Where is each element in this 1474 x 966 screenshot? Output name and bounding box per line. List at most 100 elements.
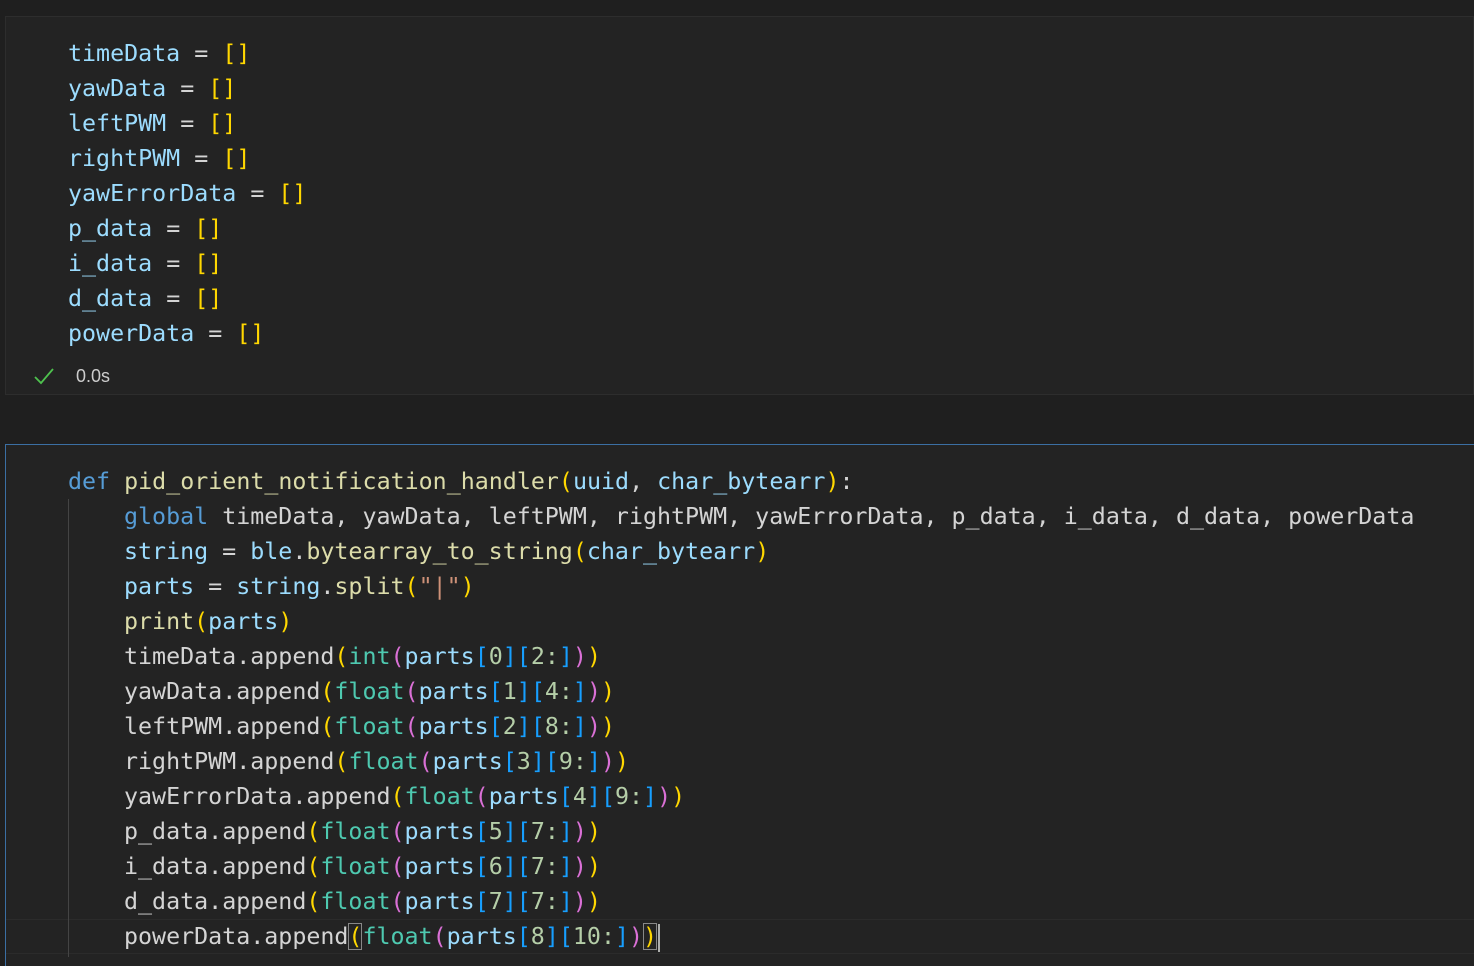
cell-execution-status: 0.0s <box>32 363 110 389</box>
code-line-append-p_data[interactable]: p_data.append(float(parts[5][7:])) <box>124 814 601 849</box>
code-line-p_data[interactable]: p_data = [] <box>68 211 222 246</box>
bracket-open: [ <box>530 678 545 705</box>
obj-ble: ble <box>250 538 293 565</box>
dot: . <box>292 538 307 565</box>
empty-list: [] <box>278 180 307 207</box>
code-line-append-i_data[interactable]: i_data.append(float(parts[6][7:])) <box>124 849 601 884</box>
code-line-i_data[interactable]: i_data = [] <box>68 246 222 281</box>
paren-close: ) <box>671 783 686 810</box>
method-bytearray-to-string: bytearray_to_string <box>306 538 573 565</box>
paren-close: ) <box>572 853 587 880</box>
bracket-open: [ <box>516 853 531 880</box>
var-parts: parts <box>432 748 503 775</box>
append-target: yawData <box>124 678 223 705</box>
code-cell-notification-handler[interactable]: def pid_orient_notification_handler(uuid… <box>5 444 1474 966</box>
bracket-close: ] <box>572 678 587 705</box>
paren-open: ( <box>572 538 587 565</box>
var-parts: parts <box>404 853 475 880</box>
method-append: append <box>236 678 321 705</box>
method-split: split <box>334 573 405 600</box>
paren-close: ) <box>825 468 840 495</box>
bracket-close: ] <box>614 923 629 950</box>
assign-op: = <box>208 538 251 565</box>
method-append: append <box>222 818 307 845</box>
index-number: 4 <box>572 783 587 810</box>
code-line-print[interactable]: print(parts) <box>124 604 292 639</box>
method-append: append <box>222 888 307 915</box>
check-icon <box>32 364 56 388</box>
paren-open: ( <box>390 853 405 880</box>
code-line-append-rightPWM[interactable]: rightPWM.append(float(parts[3][9:])) <box>124 744 629 779</box>
code-line-global[interactable]: global timeData, yawData, leftPWM, right… <box>124 499 1414 534</box>
append-target: i_data <box>124 853 209 880</box>
code-line-string[interactable]: string = ble.bytearray_to_string(char_by… <box>124 534 769 569</box>
code-line-def[interactable]: def pid_orient_notification_handler(uuid… <box>68 464 854 499</box>
slice-expr: 8: <box>544 713 573 740</box>
slice-expr: 9: <box>614 783 644 810</box>
assign-op: = <box>194 145 209 172</box>
colon: : <box>839 468 854 495</box>
code-line-append-leftPWM[interactable]: leftPWM.append(float(parts[2][8:])) <box>124 709 615 744</box>
keyword-global: global <box>124 503 209 530</box>
paren-open: ( <box>306 853 321 880</box>
bracket-open: [ <box>488 678 503 705</box>
param-uuid: uuid <box>572 468 630 495</box>
conversion-fn: float <box>320 888 391 915</box>
code-line-d_data[interactable]: d_data = [] <box>68 281 222 316</box>
code-cell-variables[interactable]: timeData = [] yawData = [] leftPWM = [] rig… <box>5 16 1474 395</box>
dot: . <box>250 923 265 950</box>
paren-close: ) <box>643 923 658 950</box>
paren-close: ) <box>572 818 587 845</box>
paren-close: ) <box>586 818 601 845</box>
arg-parts: parts <box>208 608 279 635</box>
empty-list: [] <box>222 145 251 172</box>
code-line-leftPWM[interactable]: leftPWM = [] <box>68 106 236 141</box>
code-line-parts[interactable]: parts = string.split("|") <box>124 569 475 604</box>
bracket-open: [ <box>516 888 531 915</box>
bracket-open: [ <box>474 888 489 915</box>
code-line-append-powerData[interactable]: powerData.append(float(parts[8][10:])) <box>124 919 661 954</box>
variable-name: timeData <box>68 40 181 67</box>
obj-string: string <box>236 573 321 600</box>
index-number: 3 <box>516 748 531 775</box>
bracket-close: ] <box>544 923 559 950</box>
code-line-powerData[interactable]: powerData = [] <box>68 316 264 351</box>
code-line-rightPWM[interactable]: rightPWM = [] <box>68 141 250 176</box>
var-parts: parts <box>488 783 559 810</box>
paren-open: ( <box>334 643 349 670</box>
notebook-editor: timeData = [] yawData = [] leftPWM = [] rig… <box>0 0 1474 966</box>
assign-op: = <box>180 110 195 137</box>
method-append: append <box>250 748 335 775</box>
code-line-append-timeData[interactable]: timeData.append(int(parts[0][2:])) <box>124 639 601 674</box>
bracket-open: [ <box>474 818 489 845</box>
string-literal: "|" <box>418 573 461 600</box>
code-line-append-d_data[interactable]: d_data.append(float(parts[7][7:])) <box>124 884 601 919</box>
code-line-yawErrorData[interactable]: yawErrorData = [] <box>68 176 306 211</box>
code-line-yawData[interactable]: yawData = [] <box>68 71 236 106</box>
var-parts: parts <box>418 678 489 705</box>
code-line-append-yawData[interactable]: yawData.append(float(parts[1][4:])) <box>124 674 615 709</box>
keyword-def: def <box>68 468 111 495</box>
variable-name: i_data <box>68 250 153 277</box>
method-append: append <box>222 853 307 880</box>
dot: . <box>208 818 223 845</box>
code-line-append-yawErrorData[interactable]: yawErrorData.append(float(parts[4][9:])) <box>124 779 685 814</box>
var-parts: parts <box>124 573 195 600</box>
bracket-open: [ <box>516 923 531 950</box>
paren-open: ( <box>404 573 419 600</box>
dot: . <box>208 888 223 915</box>
paren-close: ) <box>572 643 587 670</box>
fn-print: print <box>124 608 195 635</box>
slice-expr: 10: <box>572 923 615 950</box>
code-line-timeData[interactable]: timeData = [] <box>68 36 250 71</box>
var-parts: parts <box>404 643 475 670</box>
variable-name: powerData <box>68 320 195 347</box>
index-number: 2 <box>502 713 517 740</box>
